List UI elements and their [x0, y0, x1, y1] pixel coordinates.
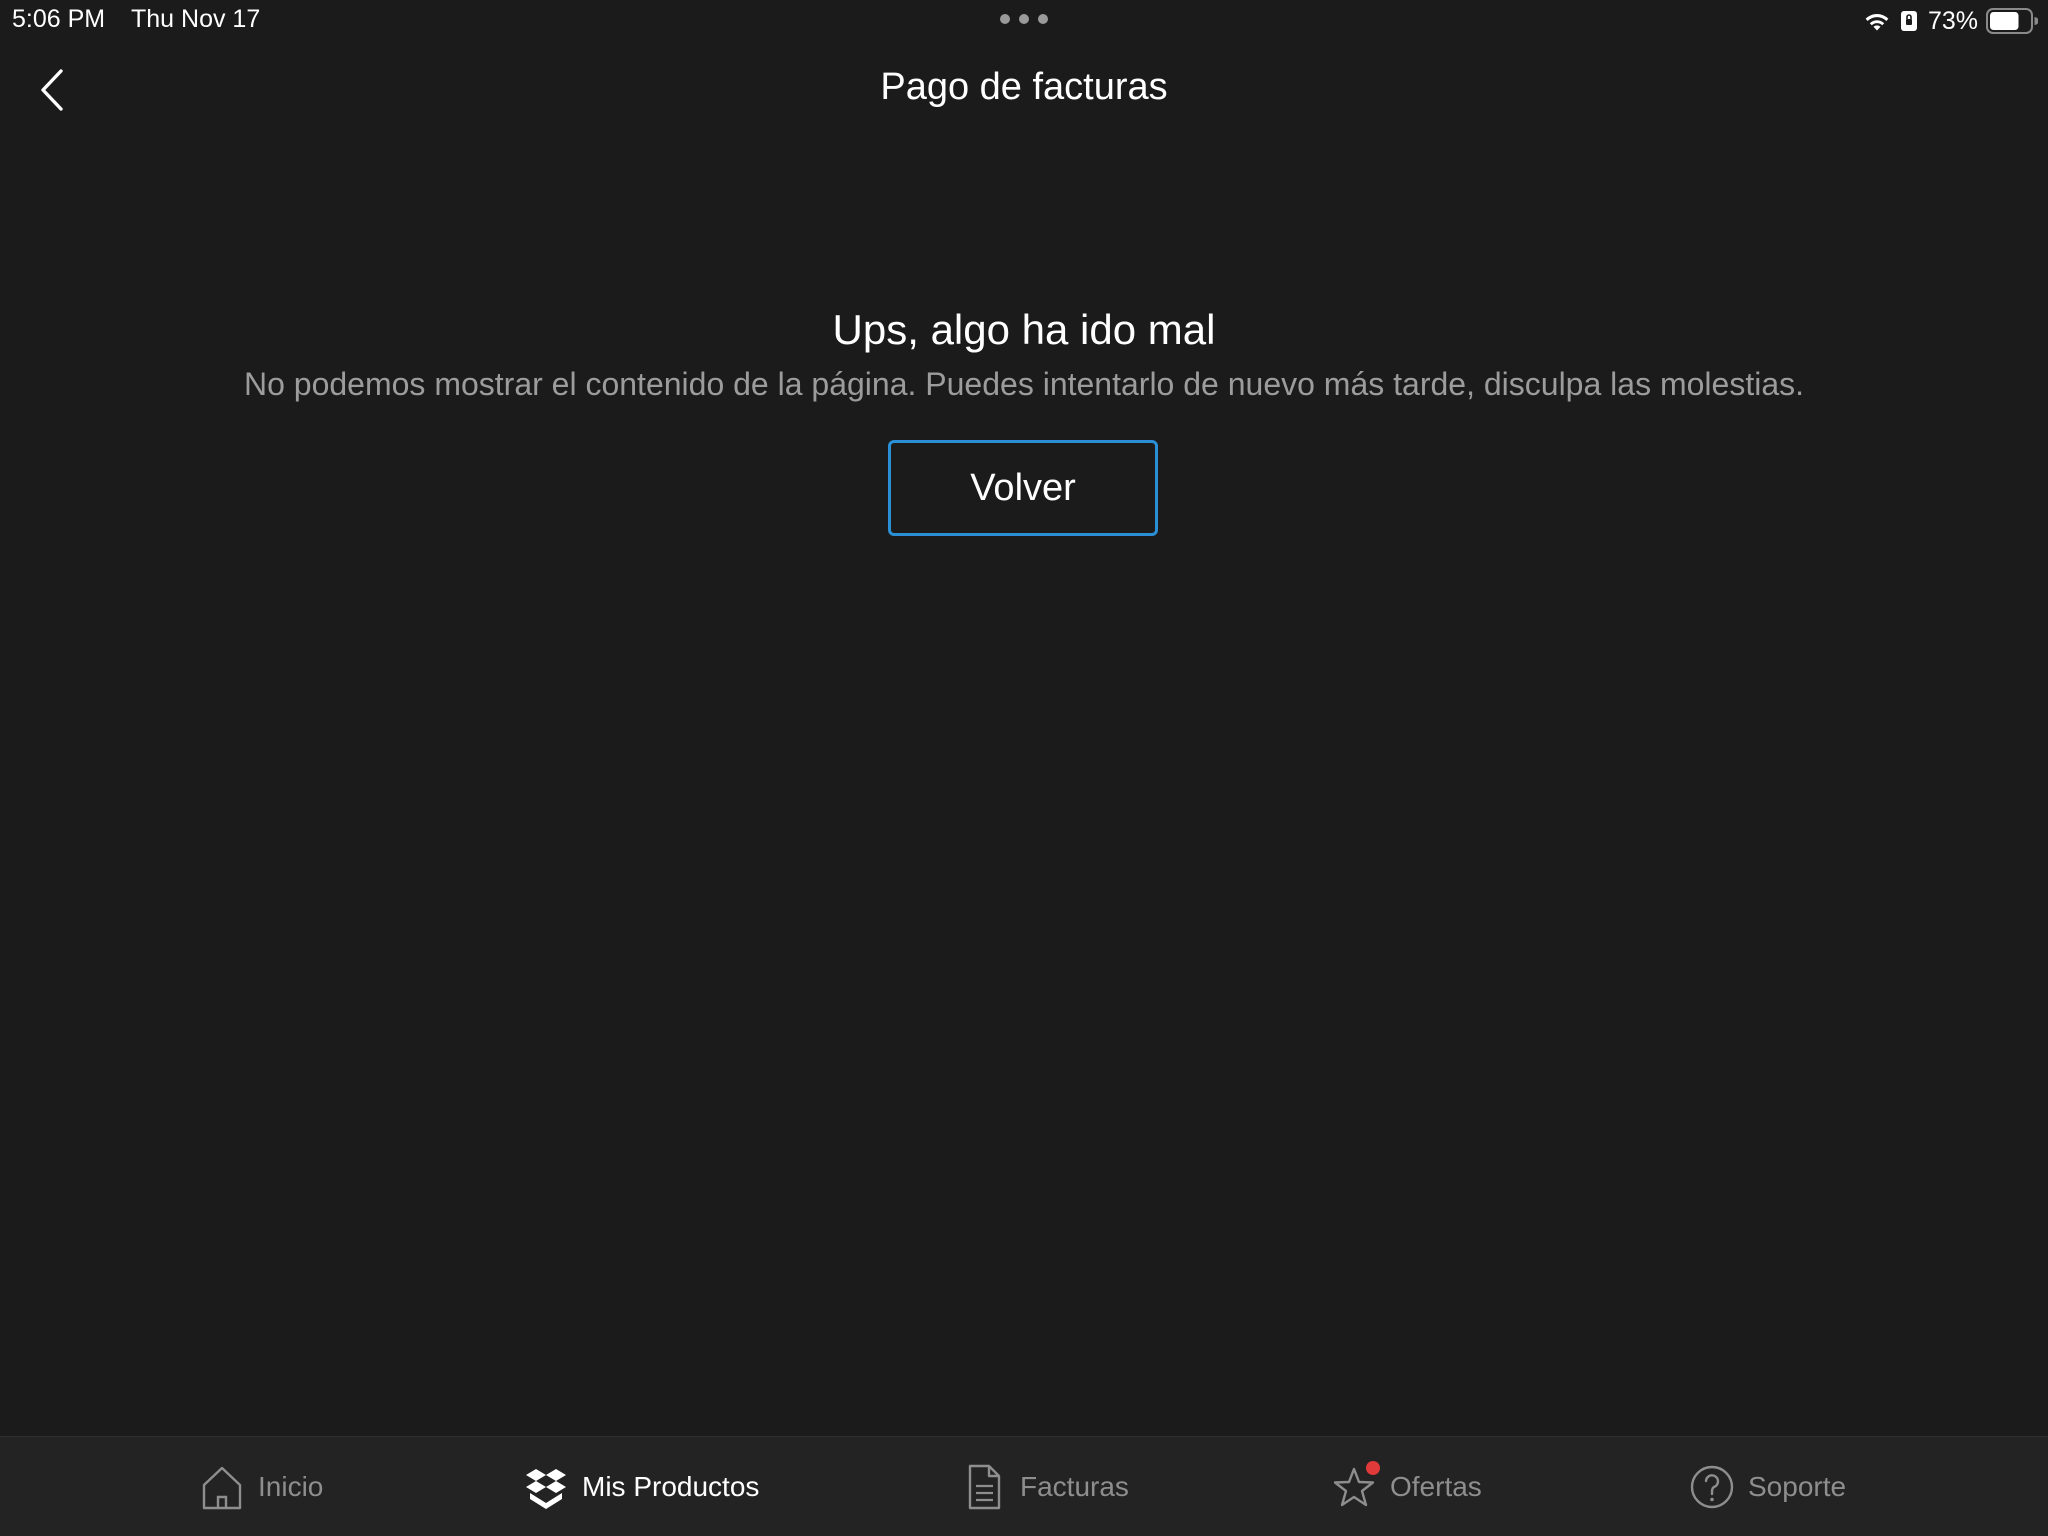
error-block: Ups, algo ha ido mal No podemos mostrar …: [0, 300, 2048, 408]
nav-header: Pago de facturas: [0, 50, 2048, 130]
tab-facturas[interactable]: Facturas: [962, 1461, 1129, 1513]
tab-ofertas[interactable]: Ofertas: [1332, 1461, 1482, 1513]
notification-badge: [1366, 1461, 1380, 1475]
star-icon-wrapper: [1332, 1461, 1380, 1511]
multitasking-dots-icon[interactable]: [1000, 14, 1048, 26]
tab-label: Facturas: [1020, 1471, 1129, 1502]
orientation-lock-icon: [1900, 11, 1917, 31]
tab-bar: Inicio Mis Productos Facturas Ofertas So…: [0, 1436, 2048, 1536]
status-time: 5:06 PM: [12, 5, 106, 33]
battery-icon: [1986, 8, 2038, 34]
tab-inicio[interactable]: Inicio: [200, 1461, 323, 1513]
tab-label: Inicio: [258, 1471, 324, 1502]
error-title: Ups, algo ha ido mal: [832, 306, 1216, 353]
wifi-icon: [1865, 14, 1889, 31]
page-title: Pago de facturas: [880, 66, 1168, 108]
document-icon: [968, 1464, 1001, 1510]
error-message: No podemos mostrar el contenido de la pá…: [243, 366, 1804, 402]
app-screen: 5:06 PM Thu Nov 17 73% Pago de facturas …: [0, 0, 2048, 1536]
status-bar: 5:06 PM Thu Nov 17 73%: [0, 0, 2048, 42]
tab-label: Mis Productos: [582, 1471, 760, 1502]
boxes-icon: [526, 1469, 566, 1509]
tab-label: Ofertas: [1390, 1471, 1482, 1502]
tab-mis-productos[interactable]: Mis Productos: [524, 1461, 759, 1513]
tab-soporte[interactable]: Soporte: [1690, 1461, 1846, 1513]
question-circle-icon: [1690, 1465, 1734, 1509]
tab-label: Soporte: [1748, 1471, 1847, 1502]
status-date: Thu Nov 17: [131, 5, 261, 33]
status-indicators: 73%: [1862, 6, 2038, 36]
volver-button[interactable]: Volver: [888, 440, 1158, 536]
battery-percent: 73%: [1927, 6, 1978, 35]
home-icon: [202, 1466, 242, 1510]
